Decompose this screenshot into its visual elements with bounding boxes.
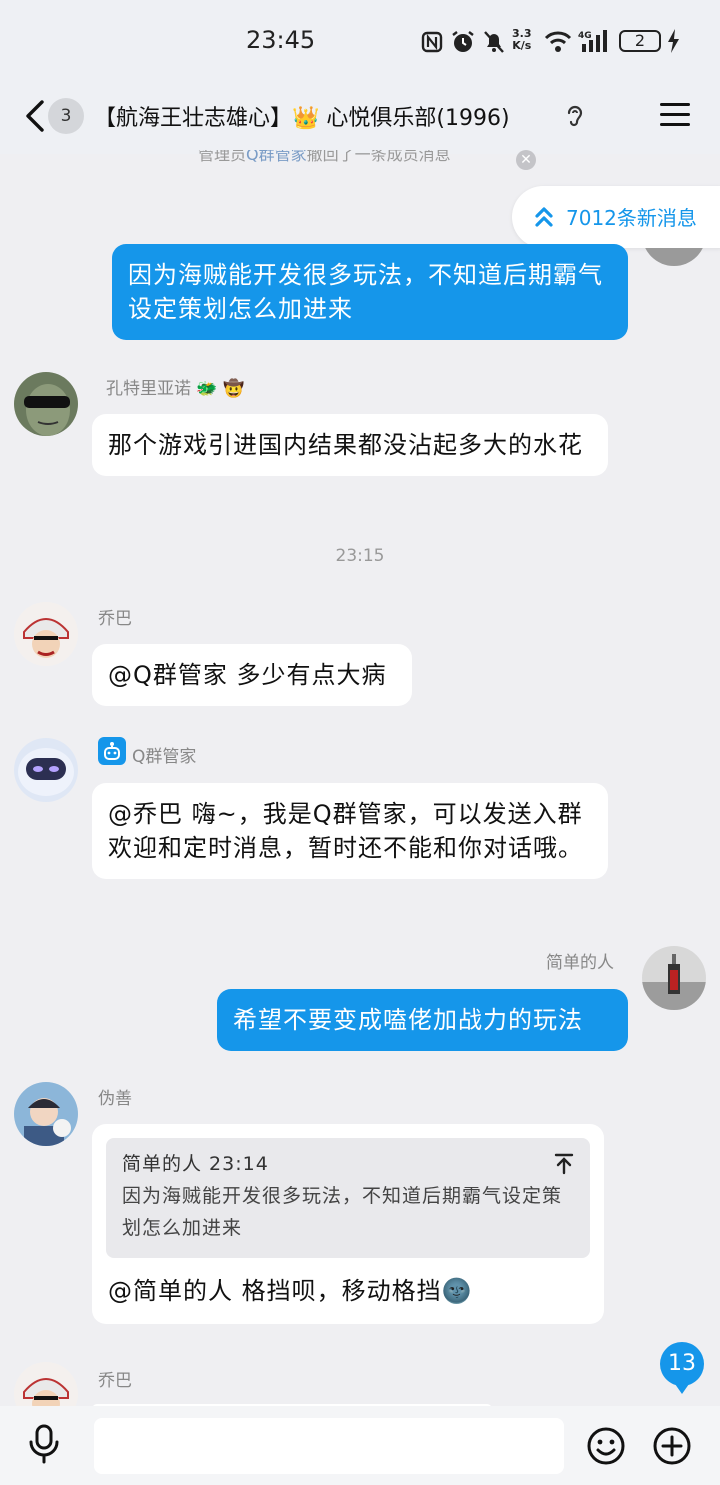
battery-indicator: 2 — [619, 30, 661, 52]
back-arrow-icon[interactable] — [20, 96, 50, 136]
svg-text:4G: 4G — [578, 31, 592, 41]
new-messages-button[interactable]: 7012条新消息 — [512, 186, 720, 248]
sender-name: 伪善 — [98, 1089, 132, 1109]
bot-badge-icon — [98, 737, 126, 765]
quote-header: 简单的人 23:14 — [122, 1153, 269, 1175]
avatar[interactable] — [14, 372, 78, 436]
back-unread-badge[interactable]: 3 — [48, 98, 84, 134]
avatar[interactable] — [14, 1082, 78, 1146]
avatar[interactable] — [642, 946, 706, 1010]
double-chevron-up-icon — [535, 207, 553, 227]
cellular-signal-icon: 4G — [578, 30, 607, 52]
sender-name: 简单的人 — [546, 953, 614, 973]
emoji-icon[interactable] — [586, 1426, 626, 1466]
quoted-message[interactable]: 简单的人 23:14 因为海贼能开发很多玩法，不知道后期霸气设定策划怎么加进来 — [106, 1138, 590, 1258]
new-messages-label: 7012条新消息 — [566, 206, 697, 230]
jump-to-quote-icon[interactable] — [552, 1152, 576, 1176]
charging-icon — [668, 29, 679, 53]
input-bar — [0, 1406, 720, 1485]
network-speed: 3.3 K/s — [512, 27, 532, 52]
bot-avatar[interactable] — [14, 738, 78, 802]
unread-count-badge[interactable]: 13 — [660, 1342, 704, 1394]
quote-body: 因为海贼能开发很多玩法，不知道后期霸气设定策划怎么加进来 — [122, 1185, 563, 1239]
menu-button[interactable] — [660, 103, 690, 129]
sender-name: 乔巴 — [98, 1371, 132, 1391]
sender-name: 乔巴 — [98, 609, 132, 629]
alarm-icon — [452, 31, 474, 52]
mute-icon — [484, 31, 504, 53]
message-bubble[interactable]: 希望不要变成嗑佬加战力的玩法 — [217, 989, 628, 1051]
sender-name: 孔特里亚诺 🐲 🤠 — [106, 379, 245, 399]
page-title[interactable]: 【航海王壮志雄心】👑 心悦俱乐部(1996) — [94, 100, 510, 132]
avatar[interactable] — [14, 602, 78, 666]
wifi-icon — [544, 31, 572, 52]
message-bubble[interactable]: @乔巴 嗨~，我是Q群管家，可以发送入群欢迎和定时消息，暂时还不能和你对话哦。 — [92, 783, 608, 879]
sender-name: Q群管家 — [132, 747, 197, 767]
status-time: 23:45 — [246, 26, 316, 54]
message-input[interactable] — [94, 1418, 564, 1474]
message-bubble[interactable]: @Q群管家 多少有点大病 — [92, 644, 412, 706]
nfc-icon — [421, 31, 443, 53]
close-notice-icon[interactable]: ✕ — [516, 150, 536, 170]
ear-icon[interactable] — [564, 102, 586, 130]
status-icons: 3.3 K/s 4G 2 — [420, 24, 690, 58]
message-bubble[interactable]: 那个游戏引进国内结果都没沾起多大的水花 — [92, 414, 608, 476]
recall-notice: 管理员Q群管家撤回了一条成员消息 — [198, 150, 451, 164]
microphone-icon[interactable] — [28, 1424, 60, 1464]
message-bubble[interactable]: 因为海贼能开发很多玩法，不知道后期霸气设定策划怎么加进来 — [112, 244, 628, 340]
time-separator: 23:15 — [335, 546, 385, 566]
chat-header: 3 【航海王壮志雄心】👑 心悦俱乐部(1996) — [0, 82, 720, 154]
status-bar: 23:45 3.3 K/s 4G 2 — [0, 0, 720, 82]
message-bubble[interactable]: 简单的人 23:14 因为海贼能开发很多玩法，不知道后期霸气设定策划怎么加进来 … — [92, 1124, 604, 1324]
message-text: @简单的人 格挡呗，移动格挡🌚 — [108, 1277, 473, 1305]
plus-icon[interactable] — [652, 1426, 692, 1466]
